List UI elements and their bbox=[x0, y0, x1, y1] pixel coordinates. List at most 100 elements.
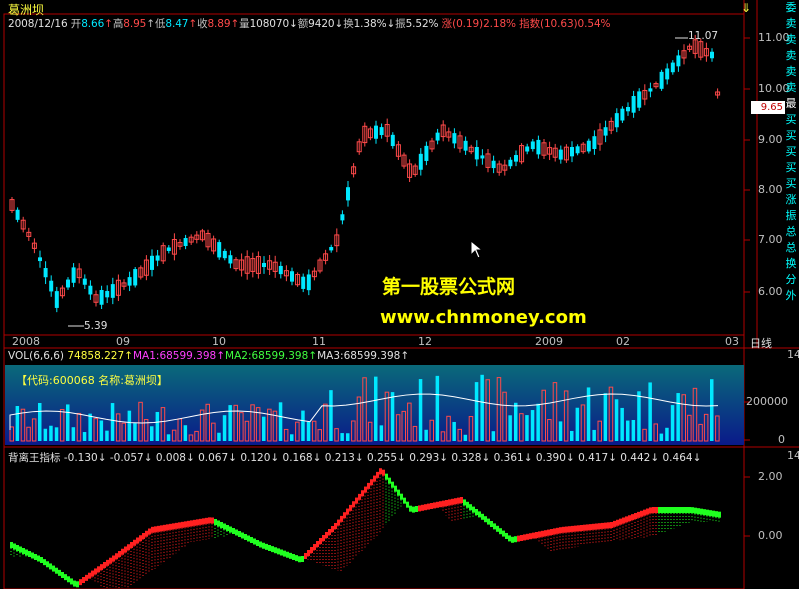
panel-item[interactable]: 买 bbox=[783, 176, 799, 192]
panel-item[interactable]: 卖 bbox=[783, 80, 799, 96]
indicator-bar bbox=[298, 556, 301, 563]
price-candle bbox=[648, 88, 653, 92]
right-info-panel[interactable]: 委 卖 卖 卖 卖 卖 最 买 买 买 买 买 涨 振 总 总 换 分 外 bbox=[783, 0, 799, 304]
volume-bar bbox=[514, 402, 518, 441]
panel-item[interactable]: 买 bbox=[783, 160, 799, 176]
down-arrow-icon: ↓ bbox=[608, 452, 617, 464]
volume-header: VOL(6,6,6) 74858.227↑MA1:68599.398↑MA2:6… bbox=[8, 350, 409, 362]
indicator-bar bbox=[718, 511, 721, 518]
volume-bar bbox=[306, 421, 311, 441]
panel-item[interactable]: 涨 bbox=[783, 192, 799, 208]
panel-item[interactable]: 总 bbox=[783, 224, 799, 240]
down-arrow-icon: ↓ bbox=[523, 452, 533, 464]
panel-item[interactable]: 卖 bbox=[783, 32, 799, 48]
price-candle bbox=[278, 265, 283, 275]
down-arrow-icon: ↓ bbox=[228, 452, 237, 464]
indicator-bar bbox=[235, 529, 238, 536]
volume-bar bbox=[525, 415, 529, 441]
period-label[interactable]: 日线 bbox=[750, 335, 772, 351]
volume-bar bbox=[390, 392, 395, 441]
volume-bar bbox=[217, 432, 221, 441]
volume-bar bbox=[676, 393, 680, 441]
volume-bar bbox=[82, 432, 87, 441]
indicator-bar bbox=[631, 514, 634, 521]
volume-bar bbox=[166, 434, 171, 441]
indicator-bar bbox=[403, 497, 406, 504]
download-icon[interactable]: ⇓ bbox=[741, 1, 755, 15]
max-price-label: 11.07 bbox=[688, 30, 719, 42]
panel-item[interactable]: 最 bbox=[783, 96, 799, 112]
indicator-bar bbox=[106, 559, 109, 566]
indicator-bar bbox=[685, 507, 688, 513]
volume-bar bbox=[570, 430, 574, 441]
indicator-bar bbox=[175, 522, 178, 529]
price-candle bbox=[424, 145, 429, 161]
indicator-bar bbox=[88, 572, 91, 579]
indicator-bar bbox=[556, 527, 559, 534]
panel-item[interactable]: 总 bbox=[783, 240, 799, 256]
panel-item[interactable]: 换 bbox=[783, 256, 799, 272]
panel-item[interactable]: 买 bbox=[783, 144, 799, 160]
indicator-bar bbox=[529, 533, 532, 540]
indicator-value: 0.255 bbox=[366, 452, 398, 464]
panel-item[interactable]: 买 bbox=[783, 112, 799, 128]
indicator-bar bbox=[334, 523, 337, 529]
price-candle bbox=[670, 62, 675, 73]
indicator-bar bbox=[634, 513, 637, 519]
indicator-bar bbox=[100, 564, 103, 571]
up-arrow-icon: ↑ bbox=[230, 18, 240, 30]
panel-item[interactable]: 委 bbox=[783, 0, 799, 16]
indicator-bar bbox=[562, 526, 565, 533]
indicator-bar bbox=[94, 568, 97, 575]
panel-item[interactable]: 分 bbox=[783, 272, 799, 288]
amp-value: 5.52% bbox=[405, 18, 439, 30]
price-candle bbox=[558, 149, 563, 160]
price-candle bbox=[637, 91, 642, 108]
indicator-bar bbox=[595, 523, 598, 530]
indicator-bar bbox=[499, 528, 502, 535]
date-axis-label: 09 bbox=[116, 335, 130, 348]
volume-bar bbox=[183, 425, 188, 441]
volume-bar bbox=[290, 434, 294, 441]
indicator-value: 0.293 bbox=[409, 452, 440, 464]
indicator-bar bbox=[406, 501, 409, 508]
panel-item[interactable]: 卖 bbox=[783, 16, 799, 32]
indicator-bar bbox=[190, 520, 193, 527]
volume-bar bbox=[474, 382, 479, 441]
date-axis-label: 12 bbox=[418, 335, 432, 348]
indicator-name: 背离王指标 bbox=[8, 452, 61, 464]
indicator-bar bbox=[439, 501, 442, 508]
indicator-bar bbox=[667, 507, 670, 513]
indicator-bar bbox=[121, 548, 124, 555]
panel-item[interactable]: 卖 bbox=[783, 48, 799, 64]
panel-item[interactable]: 买 bbox=[783, 128, 799, 144]
panel-item[interactable]: 卖 bbox=[783, 64, 799, 80]
indicator-bar bbox=[142, 533, 145, 539]
volume-bar bbox=[435, 375, 440, 441]
price-axis-label: 8.00 bbox=[758, 183, 783, 196]
vol-axis-label: 200000 bbox=[746, 395, 788, 408]
indicator-bar bbox=[655, 507, 658, 513]
price-candle bbox=[54, 291, 59, 308]
indicator-bar bbox=[346, 508, 349, 515]
indicator-bar bbox=[415, 506, 418, 512]
indicator-value: 0.417 bbox=[578, 452, 609, 464]
price-candle bbox=[340, 214, 345, 221]
price-candle bbox=[38, 257, 42, 262]
down-arrow-icon: ↓ bbox=[386, 18, 396, 30]
panel-item[interactable]: 外 bbox=[783, 288, 799, 304]
price-candle bbox=[586, 140, 591, 152]
panel-item[interactable]: 振 bbox=[783, 208, 799, 224]
down-arrow-icon: ↓ bbox=[692, 452, 702, 464]
indicator-bar bbox=[46, 561, 49, 568]
price-candle bbox=[105, 291, 110, 298]
indicator-bar bbox=[538, 531, 541, 538]
ind-axis-label: 0.00 bbox=[758, 529, 783, 542]
indicator-bar bbox=[388, 477, 391, 484]
ma2-label: MA2: bbox=[225, 350, 252, 362]
down-arrow-icon: ↓ bbox=[143, 452, 153, 464]
indicator-bar bbox=[466, 501, 469, 508]
indicator-bar bbox=[238, 531, 241, 537]
price-candle bbox=[262, 262, 266, 268]
indicator-value: 0.008 bbox=[155, 452, 186, 464]
